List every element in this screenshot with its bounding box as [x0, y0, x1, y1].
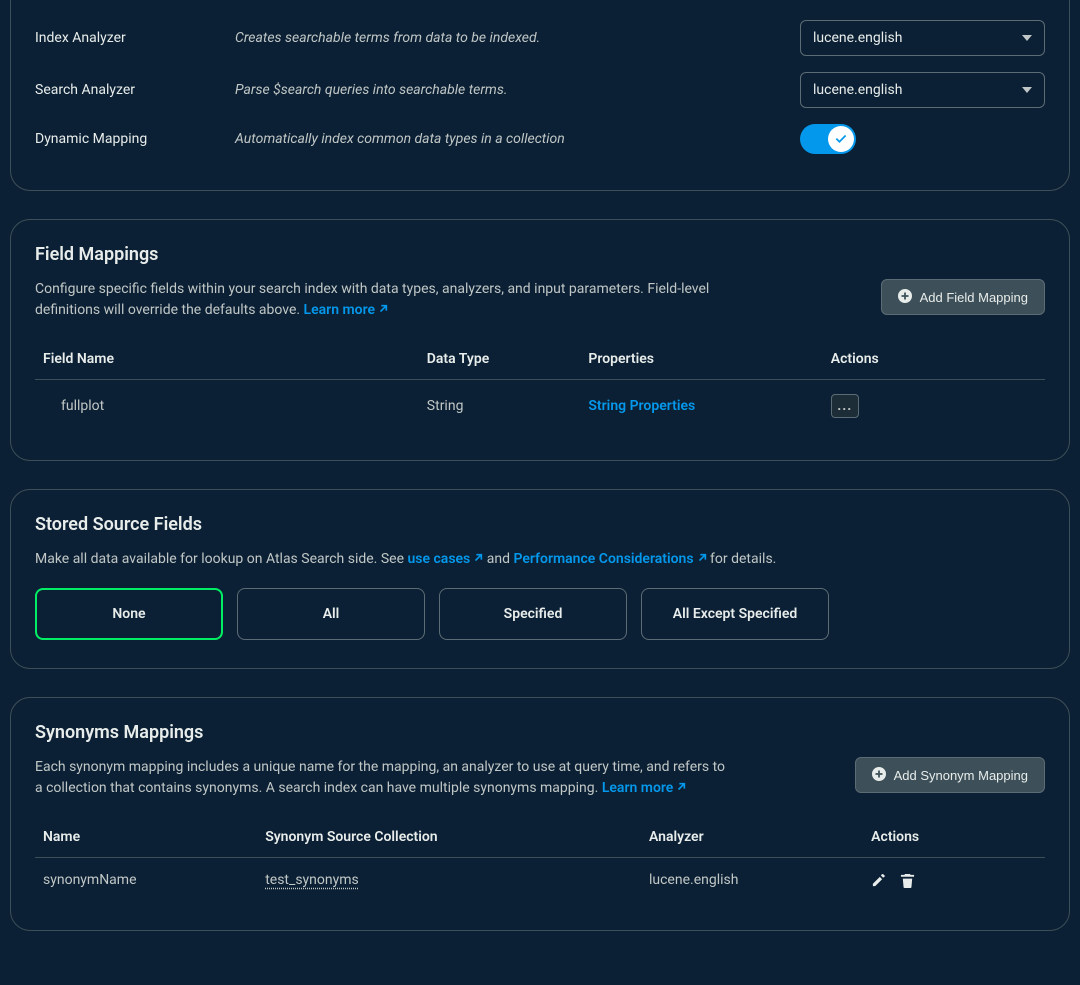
external-link-icon — [676, 778, 686, 799]
plus-circle-icon — [872, 767, 886, 784]
data-type-cell: String — [419, 380, 581, 433]
stored-source-option-specified[interactable]: Specified — [439, 588, 627, 640]
search-analyzer-select[interactable]: lucene.english — [800, 72, 1045, 108]
table-row: fullplot String String Properties ... — [35, 380, 1045, 433]
col-syn-analyzer: Analyzer — [641, 817, 863, 858]
external-link-icon — [378, 300, 388, 321]
chevron-down-icon — [1022, 35, 1032, 41]
check-icon — [834, 132, 848, 146]
edit-icon[interactable] — [871, 873, 886, 888]
row-actions-menu-button[interactable]: ... — [831, 394, 859, 418]
properties-link[interactable]: String Properties — [588, 398, 695, 414]
use-cases-link[interactable]: use cases — [407, 551, 486, 567]
col-properties: Properties — [580, 339, 822, 380]
synonyms-learn-more-link[interactable]: Learn more — [602, 780, 686, 796]
index-analyzer-row: Index Analyzer Creates searchable terms … — [35, 12, 1045, 64]
synonyms-card: Synonyms Mappings Each synonym mapping i… — [10, 697, 1070, 931]
stored-source-card: Stored Source Fields Make all data avail… — [10, 489, 1070, 669]
index-analyzer-value: lucene.english — [813, 30, 902, 46]
add-field-mapping-button[interactable]: Add Field Mapping — [881, 279, 1045, 315]
external-link-icon — [473, 549, 483, 570]
search-analyzer-row: Search Analyzer Parse $search queries in… — [35, 64, 1045, 116]
synonyms-table: Name Synonym Source Collection Analyzer … — [35, 817, 1045, 902]
dynamic-mapping-toggle[interactable] — [800, 124, 856, 154]
field-mappings-desc: Configure specific fields within your se… — [35, 279, 735, 321]
col-data-type: Data Type — [419, 339, 581, 380]
table-row: synonymName test_synonyms lucene.english — [35, 858, 1045, 903]
syn-source-cell[interactable]: test_synonyms — [265, 872, 359, 888]
search-analyzer-value: lucene.english — [813, 82, 902, 98]
plus-circle-icon — [898, 289, 912, 306]
search-analyzer-desc: Parse $search queries into searchable te… — [235, 82, 800, 98]
stored-source-desc: Make all data available for lookup on At… — [35, 549, 1045, 570]
chevron-down-icon — [1022, 87, 1032, 93]
col-syn-name: Name — [35, 817, 257, 858]
external-link-icon — [697, 549, 707, 570]
add-synonym-mapping-button[interactable]: Add Synonym Mapping — [855, 757, 1045, 793]
dynamic-mapping-row: Dynamic Mapping Automatically index comm… — [35, 116, 1045, 162]
col-field-name: Field Name — [35, 339, 419, 380]
field-mappings-title: Field Mappings — [35, 244, 1045, 265]
syn-name-cell: synonymName — [35, 858, 257, 903]
analyzers-card: Index Analyzer Creates searchable terms … — [10, 0, 1070, 191]
index-analyzer-select[interactable]: lucene.english — [800, 20, 1045, 56]
toggle-knob — [828, 126, 854, 152]
col-actions: Actions — [823, 339, 1045, 380]
stored-source-title: Stored Source Fields — [35, 514, 1045, 535]
field-name-cell: fullplot — [35, 380, 419, 433]
field-mappings-table: Field Name Data Type Properties Actions … — [35, 339, 1045, 432]
dynamic-mapping-label: Dynamic Mapping — [35, 131, 235, 147]
trash-icon[interactable] — [900, 873, 915, 888]
index-analyzer-desc: Creates searchable terms from data to be… — [235, 30, 800, 46]
stored-source-options: None All Specified All Except Specified — [35, 588, 1045, 640]
col-syn-actions: Actions — [863, 817, 1045, 858]
dynamic-mapping-desc: Automatically index common data types in… — [235, 131, 800, 147]
index-analyzer-label: Index Analyzer — [35, 30, 235, 46]
stored-source-option-all-except[interactable]: All Except Specified — [641, 588, 829, 640]
synonyms-desc: Each synonym mapping includes a unique n… — [35, 757, 735, 799]
field-mappings-learn-more-link[interactable]: Learn more — [304, 302, 388, 318]
search-analyzer-label: Search Analyzer — [35, 82, 235, 98]
field-mappings-card: Field Mappings Configure specific fields… — [10, 219, 1070, 461]
performance-considerations-link[interactable]: Performance Considerations — [513, 551, 710, 567]
col-syn-source: Synonym Source Collection — [257, 817, 641, 858]
syn-analyzer-cell: lucene.english — [641, 858, 863, 903]
stored-source-option-all[interactable]: All — [237, 588, 425, 640]
stored-source-option-none[interactable]: None — [35, 588, 223, 640]
synonyms-title: Synonyms Mappings — [35, 722, 1045, 743]
